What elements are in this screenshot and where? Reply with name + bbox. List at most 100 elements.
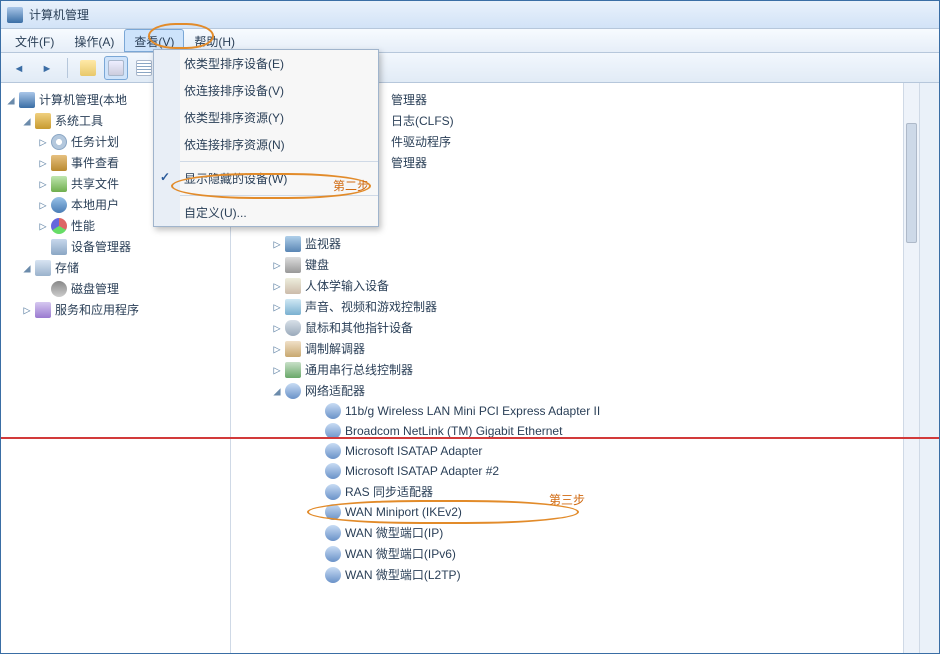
network-adapter-icon bbox=[325, 463, 341, 479]
device-category-label: 声音、视频和游戏控制器 bbox=[305, 298, 437, 315]
device-category-row[interactable]: ▷ 键盘 bbox=[239, 254, 911, 275]
device-category-row[interactable]: ▷鼠标和其他指针设备 bbox=[239, 317, 911, 338]
network-adapter-row[interactable]: Microsoft ISATAP Adapter bbox=[263, 441, 911, 461]
expander-icon[interactable]: ◢ bbox=[5, 93, 17, 107]
expander-icon bbox=[311, 547, 323, 561]
device-category-row[interactable]: ▷ 声音、视频和游戏控制器 bbox=[239, 296, 911, 317]
clock-icon bbox=[51, 134, 67, 150]
tree-label: 本地用户 bbox=[71, 196, 119, 213]
network-adapter-row[interactable]: Broadcom NetLink (TM) Gigabit Ethernet bbox=[263, 421, 911, 441]
device-category-row[interactable]: ◢网络适配器 bbox=[239, 380, 911, 401]
menu-item-customize[interactable]: 自定义(U)... bbox=[180, 199, 378, 226]
device-category-row[interactable]: ▷ 调制解调器 bbox=[239, 338, 911, 359]
menu-item-by-type-devices[interactable]: 依类型排序设备(E) bbox=[180, 50, 378, 77]
up-button[interactable] bbox=[76, 56, 100, 80]
network-adapter-row[interactable]: WAN Miniport (IKEv2) bbox=[263, 502, 911, 522]
expander-icon[interactable]: ▷ bbox=[37, 219, 49, 233]
network-adapter-row[interactable]: RAS 同步适配器 bbox=[263, 481, 911, 502]
device-category-label: 通用串行总线控制器 bbox=[305, 361, 413, 378]
menu-item-by-type-resources[interactable]: 依类型排序资源(Y) bbox=[180, 104, 378, 131]
expander-icon[interactable]: ▷ bbox=[271, 279, 283, 293]
tree-label: 计算机管理(本地 bbox=[39, 91, 127, 108]
log-icon bbox=[51, 155, 67, 171]
network-adapter-icon bbox=[325, 546, 341, 562]
device-label: 管理器 bbox=[391, 91, 427, 108]
right-rail bbox=[919, 83, 939, 653]
menu-item-by-conn-resources[interactable]: 依连接排序资源(N) bbox=[180, 131, 378, 158]
scrollbar[interactable] bbox=[903, 83, 919, 653]
network-adapter-label: WAN Miniport (IKEv2) bbox=[345, 505, 462, 519]
device-category-row[interactable]: ▷监视器 bbox=[239, 233, 911, 254]
network-adapter-row[interactable]: 11b/g Wireless LAN Mini PCI Express Adap… bbox=[263, 401, 911, 421]
expander-icon[interactable]: ◢ bbox=[21, 261, 33, 275]
expander-icon[interactable]: ◢ bbox=[271, 384, 283, 398]
folder-icon bbox=[80, 60, 96, 76]
network-adapter-icon bbox=[325, 443, 341, 459]
expander-icon[interactable]: ▷ bbox=[37, 177, 49, 191]
expander-icon[interactable]: ▷ bbox=[271, 342, 283, 356]
device-category-icon bbox=[285, 383, 301, 399]
expander-icon[interactable]: ◢ bbox=[21, 114, 33, 128]
network-adapter-row[interactable]: WAN 微型端口(L2TP) bbox=[263, 564, 911, 585]
network-adapter-row[interactable]: WAN 微型端口(IPv6) bbox=[263, 543, 911, 564]
network-adapter-icon bbox=[325, 567, 341, 583]
menu-action[interactable]: 操作(A) bbox=[64, 29, 124, 52]
device-row-partial[interactable]: 件驱动程序 bbox=[389, 131, 911, 152]
nav-back-button[interactable] bbox=[7, 56, 31, 80]
expander-icon[interactable]: ▷ bbox=[37, 198, 49, 212]
scrollbar-thumb[interactable] bbox=[906, 123, 917, 243]
titlebar: 计算机管理 bbox=[1, 1, 939, 29]
tree-label: 设备管理器 bbox=[71, 238, 131, 255]
network-adapter-row[interactable]: Microsoft ISATAP Adapter #2 bbox=[263, 461, 911, 481]
device-category-icon bbox=[285, 278, 301, 294]
expander-icon[interactable]: ▷ bbox=[21, 303, 33, 317]
expander-icon[interactable] bbox=[37, 240, 49, 254]
expander-icon[interactable]: ▷ bbox=[271, 258, 283, 272]
client-area: ◢ 计算机管理(本地 ◢ 系统工具 ▷ 任务计划 ▷ 事件查看 ▷ bbox=[1, 83, 939, 653]
expander-icon[interactable]: ▷ bbox=[271, 363, 283, 377]
device-category-row[interactable]: ▷ 通用串行总线控制器 bbox=[239, 359, 911, 380]
network-adapter-icon bbox=[325, 403, 341, 419]
tree-services-apps[interactable]: ▷ 服务和应用程序 bbox=[5, 299, 226, 320]
tree-storage[interactable]: ◢ 存储 bbox=[5, 257, 226, 278]
device-category-icon bbox=[285, 236, 301, 252]
menu-file[interactable]: 文件(F) bbox=[5, 29, 64, 52]
network-adapter-label: 11b/g Wireless LAN Mini PCI Express Adap… bbox=[345, 404, 600, 418]
device-category-label: 键盘 bbox=[305, 256, 329, 273]
device-label: 管理器 bbox=[391, 154, 427, 171]
menu-item-label: 显示隐藏的设备(W) bbox=[184, 172, 287, 186]
device-category-icon bbox=[285, 299, 301, 315]
nav-forward-button[interactable] bbox=[35, 56, 59, 80]
expander-icon[interactable]: ▷ bbox=[271, 321, 283, 335]
device-category-row[interactable]: ▷人体学输入设备 bbox=[239, 275, 911, 296]
tree-label: 存储 bbox=[55, 259, 79, 276]
tree-label: 磁盘管理 bbox=[71, 280, 119, 297]
tree-label: 性能 bbox=[71, 217, 95, 234]
users-icon bbox=[51, 197, 67, 213]
menu-item-by-conn-devices[interactable]: 依连接排序设备(V) bbox=[180, 77, 378, 104]
expander-icon bbox=[311, 485, 323, 499]
list-icon bbox=[136, 60, 152, 76]
tree-disk-management[interactable]: 磁盘管理 bbox=[5, 278, 226, 299]
expander-icon[interactable]: ▷ bbox=[271, 300, 283, 314]
expander-icon bbox=[311, 505, 323, 519]
device-category-icon bbox=[285, 362, 301, 378]
expander-icon[interactable]: ▷ bbox=[271, 237, 283, 251]
network-adapter-label: Broadcom NetLink (TM) Gigabit Ethernet bbox=[345, 424, 562, 438]
tree-device-manager[interactable]: 设备管理器 bbox=[5, 236, 226, 257]
device-category-label: 调制解调器 bbox=[305, 340, 365, 357]
expander-icon[interactable] bbox=[37, 282, 49, 296]
menu-item-show-hidden[interactable]: ✓ 显示隐藏的设备(W) bbox=[180, 165, 378, 192]
device-row-partial[interactable]: 管理器 bbox=[389, 152, 911, 173]
device-row-partial[interactable]: 管理器 bbox=[389, 89, 911, 110]
network-adapter-label: WAN 微型端口(L2TP) bbox=[345, 566, 461, 583]
expander-icon[interactable]: ▷ bbox=[37, 135, 49, 149]
network-adapter-row[interactable]: WAN 微型端口(IP) bbox=[263, 522, 911, 543]
device-icon bbox=[51, 239, 67, 255]
expander-icon[interactable]: ▷ bbox=[37, 156, 49, 170]
device-label: 日志(CLFS) bbox=[391, 112, 454, 129]
toolbar-separator bbox=[67, 58, 68, 78]
device-row-partial[interactable]: 日志(CLFS) bbox=[389, 110, 911, 131]
view-button[interactable] bbox=[104, 56, 128, 80]
tree-label: 服务和应用程序 bbox=[55, 301, 139, 318]
